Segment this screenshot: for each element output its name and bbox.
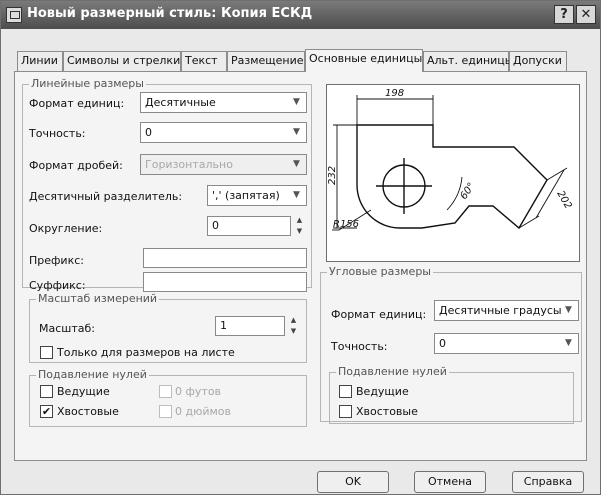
tab-primary-units[interactable]: Основные единицы xyxy=(305,49,423,72)
scale-label: Масштаб: xyxy=(39,322,95,335)
leading-zeros-checkbox[interactable] xyxy=(40,385,53,398)
zero-angular-legend: Подавление нулей xyxy=(336,365,449,378)
chevron-down-icon: ▼ xyxy=(565,305,572,315)
unit-format-label: Формат единиц: xyxy=(29,97,125,110)
tab-tolerances[interactable]: Допуски xyxy=(509,51,567,71)
window-title: Новый размерный стиль: Копия ЕСКД xyxy=(27,6,313,21)
angular-precision-value: 0 xyxy=(439,337,446,350)
tab-symbols-arrows[interactable]: Символы и стрелки xyxy=(63,51,181,71)
rounding-label: Округление: xyxy=(29,222,103,235)
unit-format-value: Десятичные xyxy=(145,96,216,109)
chevron-down-icon: ▼ xyxy=(293,97,300,107)
fraction-format-select: Горизонтально ▼ xyxy=(140,154,307,175)
chevron-down-icon: ▼ xyxy=(293,190,300,200)
zero-suppression-linear-group: Подавление нулей xyxy=(29,368,307,427)
zero-linear-legend: Подавление нулей xyxy=(36,368,149,381)
close-button[interactable]: ✕ xyxy=(576,5,596,24)
precision-label: Точность: xyxy=(29,127,86,140)
precision-value: 0 xyxy=(145,126,152,139)
help-button[interactable]: Справка xyxy=(512,471,584,493)
preview-pane: 198 232 202 60° R156 xyxy=(326,84,580,262)
decimal-separator-value: ',' (запятая) xyxy=(212,189,280,202)
angular-leading-zeros-checkbox[interactable] xyxy=(339,385,352,398)
tab-lines[interactable]: Линии xyxy=(17,51,63,71)
chevron-down-icon: ▼ xyxy=(565,338,572,348)
suffix-input[interactable] xyxy=(143,272,307,292)
linear-group-legend: Линейные размеры xyxy=(29,77,146,90)
tab-fit[interactable]: Размещение xyxy=(227,51,305,71)
prefix-input[interactable] xyxy=(143,248,307,268)
trailing-zeros-label: Хвостовые xyxy=(57,405,119,418)
angular-leading-zeros-label: Ведущие xyxy=(356,385,409,398)
decimal-separator-label: Десятичный разделитель: xyxy=(29,190,183,203)
tab-text[interactable]: Текст xyxy=(181,51,227,71)
angular-trailing-zeros-checkbox[interactable] xyxy=(339,405,352,418)
zero-feet-checkbox xyxy=(159,385,172,398)
scale-group-legend: Масштаб измерений xyxy=(36,292,160,305)
angular-unit-format-select[interactable]: Десятичные градусы ▼ xyxy=(434,300,579,321)
dimension-preview-drawing: 198 232 202 60° R156 xyxy=(327,88,573,231)
dim-text-radius: R156 xyxy=(333,219,359,230)
rounding-input[interactable]: 0 xyxy=(207,216,291,236)
dim-text-right: 202 xyxy=(554,189,573,211)
trailing-zeros-checkbox[interactable]: ✔ xyxy=(40,405,53,418)
fraction-format-value: Горизонтально xyxy=(145,158,233,171)
zero-inches-label: 0 дюймов xyxy=(175,405,232,418)
zero-feet-label: 0 футов xyxy=(175,385,222,398)
primary-units-panel: Линейные размеры Формат единиц: Десятичн… xyxy=(14,71,587,461)
layout-only-label: Только для размеров на листе xyxy=(57,346,235,359)
prefix-label: Префикс: xyxy=(29,254,84,267)
layout-only-checkbox[interactable] xyxy=(40,346,53,359)
dialog-window: Новый размерный стиль: Копия ЕСКД ? ✕ Ли… xyxy=(0,0,601,495)
zero-inches-checkbox xyxy=(159,405,172,418)
spin-up-icon[interactable]: ▲ xyxy=(286,315,301,326)
dim-text-top: 198 xyxy=(385,88,404,99)
chevron-down-icon: ▼ xyxy=(293,127,300,137)
unit-format-select[interactable]: Десятичные ▼ xyxy=(140,92,307,113)
dimstyle-icon xyxy=(6,7,22,23)
spin-up-icon[interactable]: ▲ xyxy=(292,215,307,226)
help-title-button[interactable]: ? xyxy=(554,5,574,24)
dim-text-left: 232 xyxy=(327,166,338,185)
angular-precision-label: Точность: xyxy=(331,340,388,353)
angular-unit-format-label: Формат единиц: xyxy=(331,308,427,321)
spin-down-icon[interactable]: ▼ xyxy=(286,326,301,337)
spin-down-icon[interactable]: ▼ xyxy=(292,226,307,237)
angular-precision-select[interactable]: 0 ▼ xyxy=(434,333,579,354)
rounding-spinner[interactable]: ▲ ▼ xyxy=(292,215,307,237)
chevron-down-icon: ▼ xyxy=(293,159,300,169)
suffix-label: Суффикс: xyxy=(29,279,86,292)
cancel-button[interactable]: Отмена xyxy=(414,471,486,493)
scale-spinner[interactable]: ▲ ▼ xyxy=(286,315,301,337)
leading-zeros-label: Ведущие xyxy=(57,385,110,398)
title-bar: Новый размерный стиль: Копия ЕСКД ? ✕ xyxy=(1,1,600,29)
angular-trailing-zeros-label: Хвостовые xyxy=(356,405,418,418)
decimal-separator-select[interactable]: ',' (запятая) ▼ xyxy=(207,185,307,206)
fraction-format-label: Формат дробей: xyxy=(29,159,123,172)
angular-unit-format-value: Десятичные градусы xyxy=(439,304,562,317)
scale-input[interactable]: 1 xyxy=(215,316,285,336)
angular-group-legend: Угловые размеры xyxy=(327,265,433,278)
ok-button[interactable]: OK xyxy=(317,471,389,493)
ext-line-right-top xyxy=(546,167,568,181)
tab-alternate-units[interactable]: Альт. единицы xyxy=(423,51,513,71)
precision-select[interactable]: 0 ▼ xyxy=(140,122,307,143)
